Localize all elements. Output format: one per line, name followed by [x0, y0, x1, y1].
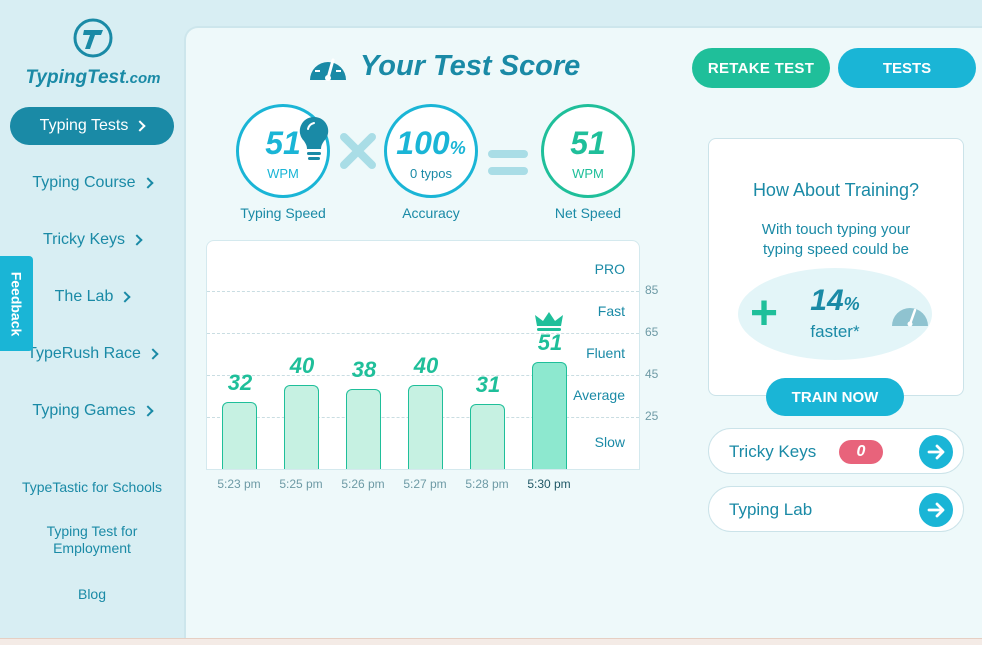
speed-tier-label: PRO	[594, 260, 625, 277]
logo-icon	[73, 18, 113, 58]
typing-speed-label: Typing Speed	[240, 205, 326, 221]
bar-value-label: 40	[289, 353, 315, 378]
speed-tier-label: Fluent	[586, 344, 625, 361]
results-panel: Your Test Score RETAKE TEST TESTS 51 WPM…	[184, 26, 982, 645]
sidebar-item-typing-tests[interactable]: Typing Tests	[10, 107, 174, 145]
chart-bar[interactable]	[532, 361, 567, 469]
x-tick-label: 5:26 pm	[341, 477, 385, 491]
net-speed-label: Net Speed	[554, 205, 622, 221]
chevron-right-icon	[131, 234, 143, 246]
bottom-strip	[0, 638, 982, 645]
net-speed-unit: WPM	[572, 166, 604, 181]
net-speed-circle: 51 WPM	[541, 104, 635, 198]
typing-speed-unit: WPM	[267, 166, 299, 181]
speed-tier-label: Slow	[594, 433, 625, 450]
page-header: Your Test Score	[306, 48, 580, 84]
train-now-button[interactable]: TRAIN NOW	[766, 378, 904, 416]
arrow-right-icon[interactable]	[919, 493, 953, 527]
tricky-keys-badge: 0	[839, 440, 883, 464]
x-tick-label: 5:23 pm	[217, 477, 261, 491]
y-tick-label: 45	[645, 366, 659, 381]
feedback-tab[interactable]: Feedback	[0, 256, 33, 351]
training-text: With touch typing your typing speed coul…	[708, 220, 964, 260]
y-tick-label: 85	[645, 282, 659, 297]
tricky-keys-card[interactable]: Tricky Keys 0	[708, 428, 964, 474]
crown-icon	[535, 312, 563, 331]
training-title: How About Training?	[752, 180, 920, 200]
accuracy-circle: 100% 0 typos	[384, 104, 478, 198]
tricky-keys-label: Tricky Keys	[729, 442, 817, 461]
chart-bar[interactable]	[222, 401, 257, 469]
training-text-line: With touch typing your	[761, 221, 911, 238]
wpm-history-chart: 25 45 65 85 PRO Fast Fluent Average Slow 32 40 38 40…	[206, 240, 658, 470]
speedometer-icon	[310, 58, 346, 81]
accuracy-value: 100	[396, 125, 450, 161]
sidebar-item-label: Tricky Keys	[42, 231, 126, 248]
net-speed-value: 51	[570, 125, 606, 161]
faster-label: faster*	[810, 322, 860, 341]
sidebar-item-label: TypeRush Race	[27, 345, 141, 362]
logo-text: TypingTest.com	[25, 67, 161, 88]
multiply-icon	[338, 116, 378, 185]
speed-tier-label: Fast	[597, 302, 625, 319]
sidebar-item-typing-games[interactable]: Typing Games	[10, 399, 174, 423]
chart-bar[interactable]	[346, 389, 381, 469]
speed-tier-label: Average	[573, 386, 625, 403]
feedback-label: Feedback	[8, 271, 25, 336]
bar-value-label: 40	[413, 353, 439, 378]
bar-value-label: 51	[537, 329, 563, 355]
sidebar-item-typerush-race[interactable]: TypeRush Race	[10, 342, 174, 366]
logo[interactable]: TypingTest.com	[22, 18, 164, 89]
accuracy-percent-sign: %	[449, 138, 466, 158]
faster-percent-value: 14	[810, 284, 844, 317]
sidebar-item-label: Typing Course	[32, 174, 136, 191]
x-tick-label: 5:25 pm	[279, 477, 323, 491]
link-blog[interactable]: Blog	[10, 586, 174, 603]
x-tick-label: 5:27 pm	[403, 477, 447, 491]
page-title: Your Test Score	[360, 49, 581, 82]
accuracy-typos: 0 typos	[410, 166, 452, 181]
equals-icon	[486, 124, 530, 193]
sidebar-item-typing-course[interactable]: Typing Course	[10, 171, 174, 195]
training-text-line: typing speed could be	[763, 241, 909, 258]
chevron-right-icon	[147, 348, 159, 360]
chevron-right-icon	[141, 177, 154, 189]
sidebar-item-label: The Lab	[54, 288, 114, 305]
typing-lab-label: Typing Lab	[729, 500, 813, 519]
chevron-right-icon	[119, 291, 132, 303]
chart-bar[interactable]	[284, 385, 319, 469]
bar-value-label: 38	[351, 357, 377, 383]
faster-percent-sign: %	[843, 294, 860, 314]
arrow-right-icon[interactable]	[919, 435, 953, 469]
tests-button[interactable]: TESTS	[838, 48, 976, 88]
bar-value-label: 31	[475, 371, 501, 397]
y-tick-label: 65	[645, 324, 659, 339]
link-typing-test-employment[interactable]: Typing Test for Employment	[24, 523, 160, 557]
link-typetastic-schools[interactable]: TypeTastic for Schools	[10, 479, 174, 496]
lightbulb-icon	[299, 116, 329, 160]
plus-icon: +	[750, 287, 779, 340]
accuracy-label: Accuracy	[402, 205, 460, 221]
faster-percent: 14%	[800, 284, 870, 318]
grid-line	[207, 290, 639, 292]
typing-lab-card[interactable]: Typing Lab	[708, 486, 964, 532]
sidebar-item-label: Typing Games	[32, 402, 136, 419]
chart-bar[interactable]	[470, 403, 505, 469]
x-tick-label: 5:30 pm	[527, 477, 571, 491]
chevron-right-icon	[134, 120, 146, 132]
bar-value-label: 32	[227, 369, 253, 395]
chevron-right-icon	[141, 405, 154, 417]
speedometer-small-icon	[892, 308, 928, 327]
sidebar-item-label: Typing Tests	[39, 117, 129, 134]
sidebar-item-the-lab[interactable]: The Lab	[10, 285, 174, 309]
x-tick-label: 5:28 pm	[465, 477, 509, 491]
chart-bar[interactable]	[408, 385, 443, 469]
retake-test-button[interactable]: RETAKE TEST	[692, 48, 830, 88]
y-tick-label: 25	[645, 408, 659, 423]
sidebar-item-tricky-keys[interactable]: Tricky Keys	[10, 228, 174, 252]
